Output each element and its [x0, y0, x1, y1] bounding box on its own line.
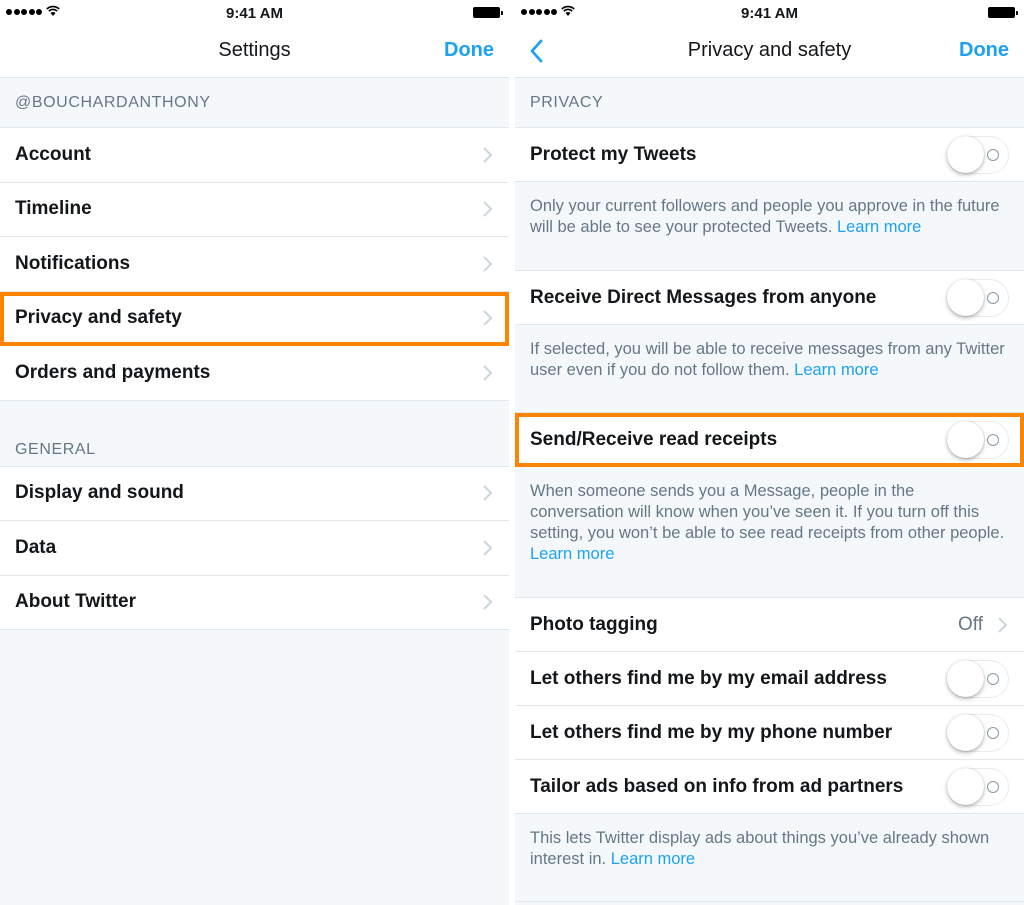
status-bar: 9:41 AM [515, 0, 1024, 26]
setting-label: Send/Receive read receipts [530, 428, 778, 450]
setting-label: Let others find me by my email address [530, 667, 887, 689]
settings-item-label: Privacy and safety [15, 307, 182, 329]
page-title: Settings [218, 39, 291, 61]
settings-item-label: About Twitter [15, 591, 137, 613]
settings-item-account[interactable]: Account [0, 128, 509, 183]
chevron-right-icon [483, 310, 493, 326]
settings-item-label: Display and sound [15, 482, 184, 504]
tailor-ads-description: This lets Twitter display ads about thin… [515, 814, 1024, 902]
setting-protect-tweets: Protect my Tweets [515, 128, 1024, 182]
section-header-account: @BOUCHARDANTHONY [0, 78, 509, 128]
chevron-right-icon [483, 201, 493, 217]
setting-label: Let others find me by my phone number [530, 721, 893, 743]
page-title: Privacy and safety [687, 39, 852, 61]
direct-messages-description: If selected, you will be able to receive… [515, 325, 1024, 413]
setting-label: Receive Direct Messages from anyone [530, 286, 877, 308]
status-bar: 9:41 AM [0, 0, 509, 26]
battery-icon [473, 7, 503, 18]
setting-label: Protect my Tweets [530, 143, 697, 165]
settings-item-privacy-and-safety[interactable]: Privacy and safety [0, 291, 509, 346]
setting-direct-messages: Receive Direct Messages from anyone [515, 271, 1024, 325]
chevron-right-icon [483, 594, 493, 610]
settings-screen: 9:41 AM Settings Done @BOUCHARDANTHONY A… [0, 0, 509, 905]
chevron-right-icon [483, 256, 493, 272]
settings-item-label: Notifications [15, 252, 131, 274]
settings-item-data[interactable]: Data [0, 521, 509, 576]
protect-tweets-description: Only your current followers and people y… [515, 182, 1024, 271]
chevron-right-icon [483, 147, 493, 163]
read-receipts-description: When someone sends you a Message, people… [515, 467, 1024, 598]
settings-item-label: Orders and payments [15, 361, 211, 383]
settings-item-about-twitter[interactable]: About Twitter [0, 575, 509, 630]
setting-tailor-ads: Tailor ads based on info from ad partner… [515, 760, 1024, 814]
setting-label: Photo tagging [530, 613, 658, 635]
learn-more-link[interactable]: Learn more [837, 218, 921, 236]
settings-item-label: Account [15, 143, 91, 165]
learn-more-link[interactable]: Learn more [611, 850, 695, 868]
settings-item-label: Data [15, 536, 57, 558]
setting-find-by-phone: Let others find me by my phone number [515, 706, 1024, 760]
description-text: Only your current followers and people y… [530, 197, 1000, 236]
nav-bar: Settings Done [0, 26, 509, 78]
settings-item-label: Timeline [15, 198, 92, 220]
status-time: 9:41 AM [226, 5, 283, 22]
section-header-general: GENERAL [0, 412, 509, 467]
section-gap [0, 400, 509, 413]
read-receipts-toggle[interactable] [947, 420, 1009, 459]
setting-read-receipts: Send/Receive read receipts [515, 413, 1024, 467]
chevron-right-icon [483, 485, 493, 501]
settings-item-notifications[interactable]: Notifications [0, 237, 509, 292]
settings-item-display-and-sound[interactable]: Display and sound [0, 466, 509, 521]
done-button[interactable]: Done [959, 39, 1009, 62]
setting-find-by-email: Let others find me by my email address [515, 652, 1024, 706]
learn-more-link[interactable]: Learn more [530, 545, 614, 563]
direct-messages-toggle[interactable] [947, 278, 1009, 317]
chevron-right-icon [998, 616, 1008, 633]
description-text: If selected, you will be able to receive… [530, 340, 1005, 379]
status-time: 9:41 AM [741, 5, 798, 22]
description-text: When someone sends you a Message, people… [530, 482, 1005, 542]
setting-photo-tagging[interactable]: Photo tagging Off [515, 598, 1024, 652]
privacy-and-safety-screen: 9:41 AM Privacy and safety Done PRIVACY … [515, 0, 1024, 905]
learn-more-link[interactable]: Learn more [794, 361, 878, 379]
done-button[interactable]: Done [444, 39, 494, 62]
section-header-privacy: PRIVACY [515, 78, 1024, 128]
find-by-phone-toggle[interactable] [947, 713, 1009, 752]
chevron-right-icon [483, 365, 493, 381]
tailor-ads-toggle[interactable] [947, 767, 1009, 806]
description-text: This lets Twitter display ads about thin… [530, 829, 990, 868]
photo-tagging-value: Off [958, 613, 983, 635]
chevron-right-icon [483, 540, 493, 556]
battery-icon [988, 7, 1018, 18]
nav-bar: Privacy and safety Done [515, 26, 1024, 78]
setting-label: Tailor ads based on info from ad partner… [530, 775, 904, 797]
settings-item-orders-and-payments[interactable]: Orders and payments [0, 346, 509, 401]
protect-tweets-toggle[interactable] [947, 135, 1009, 174]
settings-item-timeline[interactable]: Timeline [0, 182, 509, 237]
find-by-email-toggle[interactable] [947, 659, 1009, 698]
